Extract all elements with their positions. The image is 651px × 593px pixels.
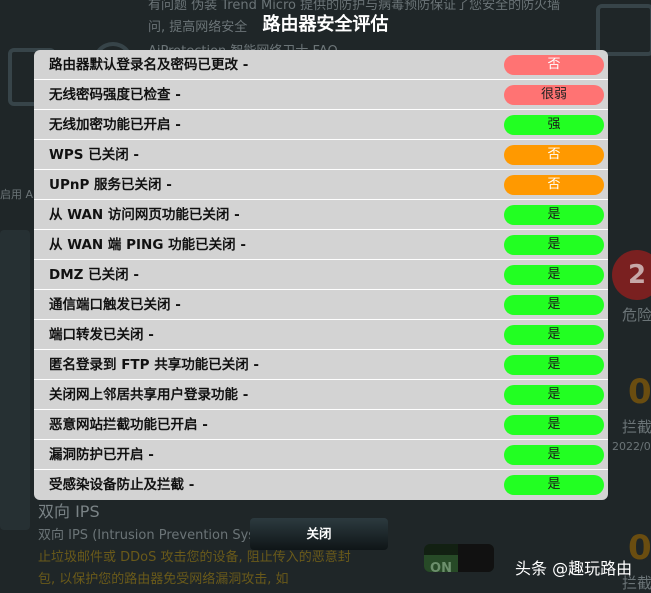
status-badge[interactable]: 是	[504, 475, 604, 495]
assessment-row-label: 漏洞防护已开启 -	[49, 447, 154, 463]
status-badge[interactable]: 是	[504, 235, 604, 255]
watermark: 头条 @趣玩路由	[515, 559, 633, 578]
assessment-row-label: 端口转发已关闭 -	[49, 327, 154, 343]
assessment-row-wireless-encryption: 无线加密功能已开启 - 强	[34, 110, 608, 140]
close-button[interactable]: 关闭	[250, 518, 388, 550]
ips-title: 双向 IPS	[38, 502, 100, 521]
blocked-date: 2022/02	[612, 440, 651, 453]
toggle-off-knob	[458, 544, 494, 572]
status-badge[interactable]: 否	[504, 175, 604, 195]
bg-left-panel	[0, 230, 30, 530]
assessment-row-malicious-site-block: 恶意网站拦截功能已开启 - 是	[34, 410, 608, 440]
assessment-row-label: 关闭网上邻居共享用户登录功能 -	[49, 387, 249, 403]
status-badge[interactable]: 是	[504, 415, 604, 435]
assessment-row-label: 从 WAN 端 PING 功能已关闭 -	[49, 237, 246, 253]
assessment-row-port-trigger: 通信端口触发已关闭 - 是	[34, 290, 608, 320]
assessment-row-label: 匿名登录到 FTP 共享功能已关闭 -	[49, 357, 260, 373]
assessment-row-label: 恶意网站拦截功能已开启 -	[49, 417, 208, 433]
assessment-row-label: 无线密码强度已检查 -	[49, 87, 181, 103]
ips-desc-3: 包, 以保护您的路由器免受网络漏洞攻击, 如	[38, 572, 289, 587]
assessment-row-wireless-password: 无线密码强度已检查 - 很弱	[34, 80, 608, 110]
assessment-row-infected-device-block: 受感染设备防止及拦截 - 是	[34, 470, 608, 500]
assessment-row-wan-web-access: 从 WAN 访问网页功能已关闭 - 是	[34, 200, 608, 230]
assessment-row-label: 从 WAN 访问网页功能已关闭 -	[49, 207, 240, 223]
status-badge[interactable]: 是	[504, 445, 604, 465]
status-badge[interactable]: 强	[504, 115, 604, 135]
ips-desc-1: 双向 IPS (Intrusion Prevention System)	[38, 528, 286, 543]
status-badge[interactable]: 否	[504, 145, 604, 165]
assessment-row-label: DMZ 已关闭 -	[49, 267, 139, 283]
danger-count-badge: 2	[612, 250, 651, 300]
assessment-row-label: 路由器默认登录名及密码已更改 -	[49, 57, 249, 73]
status-badge[interactable]: 是	[504, 385, 604, 405]
status-badge[interactable]: 是	[504, 265, 604, 285]
bg-enable-tab[interactable]: 启用 Ai	[0, 186, 36, 202]
modal-title: 路由器安全评估	[262, 14, 389, 35]
assessment-checklist: 路由器默认登录名及密码已更改 - 否 无线密码强度已检查 - 很弱 无线加密功能…	[34, 50, 608, 500]
assessment-row-wps: WPS 已关闭 - 否	[34, 140, 608, 170]
toggle-on-label: ON	[424, 555, 458, 572]
assessment-row-label: 通信端口触发已关闭 -	[49, 297, 181, 313]
assessment-row-label: UPnP 服务已关闭 -	[49, 177, 172, 193]
assessment-row-label: 无线加密功能已开启 -	[49, 117, 181, 133]
ips-toggle[interactable]: ON	[424, 544, 494, 572]
status-badge[interactable]: 是	[504, 325, 604, 345]
status-badge[interactable]: 很弱	[504, 85, 604, 105]
assessment-row-label: WPS 已关闭 -	[49, 147, 140, 163]
status-badge[interactable]: 是	[504, 355, 604, 375]
assessment-row-dmz: DMZ 已关闭 - 是	[34, 260, 608, 290]
assessment-row-upnp: UPnP 服务已关闭 - 否	[34, 170, 608, 200]
assessment-row-port-forwarding: 端口转发已关闭 - 是	[34, 320, 608, 350]
assessment-row-wan-ping: 从 WAN 端 PING 功能已关闭 - 是	[34, 230, 608, 260]
danger-label: 危险	[622, 306, 651, 324]
assessment-row-default-login: 路由器默认登录名及密码已更改 - 否	[34, 50, 608, 80]
status-badge[interactable]: 否	[504, 55, 604, 75]
status-badge[interactable]: 是	[504, 295, 604, 315]
assessment-row-label: 受感染设备防止及拦截 -	[49, 477, 195, 493]
blocked-label-1: 拦截	[622, 418, 651, 436]
assessment-row-ftp-anonymous: 匿名登录到 FTP 共享功能已关闭 - 是	[34, 350, 608, 380]
status-badge[interactable]: 是	[504, 205, 604, 225]
blocked-count-1: 0	[628, 372, 651, 412]
assessment-row-samba-login: 关闭网上邻居共享用户登录功能 - 是	[34, 380, 608, 410]
assessment-row-vulnerability-protection: 漏洞防护已开启 - 是	[34, 440, 608, 470]
